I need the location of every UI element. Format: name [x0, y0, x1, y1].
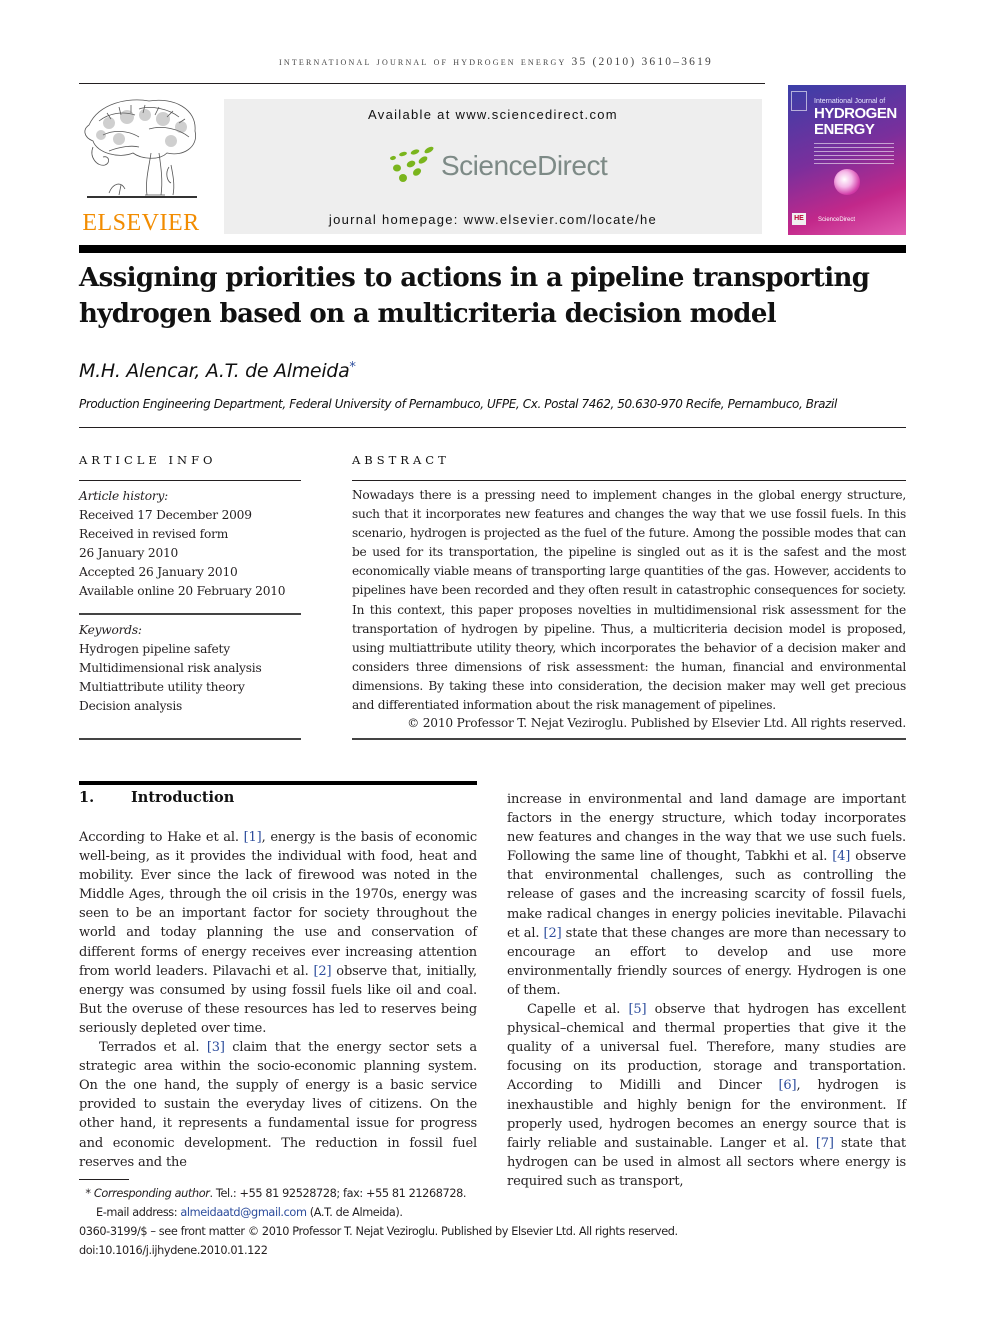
keywords: Keywords: Hydrogen pipeline safety Multi…: [79, 621, 262, 716]
affiliation-rule: [79, 427, 906, 428]
citation-link[interactable]: [7]: [816, 1136, 834, 1151]
keywords-label: Keywords:: [79, 623, 142, 637]
cover-title-line2: ENERGY: [814, 121, 875, 138]
paragraph: According to Hake et al. [1], energy is …: [79, 828, 477, 1038]
history-rule: [79, 613, 301, 615]
abstract-heading: ABSTRACT: [352, 453, 450, 467]
cover-subtitle: International Journal of: [814, 98, 886, 105]
sciencedirect-logo-text: ScienceDirect: [441, 150, 608, 181]
text-run: Terrados et al.: [99, 1040, 207, 1056]
cover-footer: ScienceDirect: [818, 217, 856, 223]
citation-link[interactable]: [1]: [244, 830, 262, 845]
authors: M.H. Alencar, A.T. de Almeida*: [79, 360, 356, 382]
history-received: Received 17 December 2009: [79, 508, 252, 522]
footnotes: * Corresponding author. Tel.: +55 81 925…: [79, 1184, 678, 1260]
cover-badge: HE: [792, 213, 806, 225]
sciencedirect-logo[interactable]: ScienceDirect: [389, 144, 609, 189]
citation-link[interactable]: [4]: [832, 849, 850, 864]
citation-link[interactable]: [2]: [313, 964, 331, 979]
article-history-label: Article history:: [79, 489, 169, 503]
text-run: state that these changes are more than n…: [507, 925, 906, 998]
journal-cover[interactable]: International Journal of HYDROGEN ENERGY…: [788, 85, 906, 235]
text-run: claim that the energy sector sets a stra…: [79, 1040, 478, 1170]
cover-orb-graphic: [834, 169, 860, 195]
author-names: M.H. Alencar, A.T. de Almeida: [79, 360, 350, 382]
footnote-rule: [79, 1179, 129, 1180]
abstract-text: Nowadays there is a pressing need to imp…: [352, 488, 906, 713]
sciencedirect-banner: Available at www.sciencedirect.com Scien…: [224, 99, 762, 234]
article-info-heading: ARTICLE INFO: [79, 453, 217, 467]
article-title-line2: hydrogen based on a multicriteria decisi…: [79, 299, 777, 329]
journal-homepage-link[interactable]: journal homepage: www.elsevier.com/locat…: [224, 212, 762, 227]
paragraph: Capelle et al. [5] observe that hydrogen…: [507, 1000, 906, 1191]
cover-title-line1: HYDROGEN: [814, 105, 897, 122]
cover-emblem-icon: [791, 91, 807, 111]
text-run: According to Hake et al.: [79, 830, 244, 845]
text-run: Capelle et al.: [527, 1002, 629, 1018]
citation-link[interactable]: [6]: [779, 1078, 797, 1093]
keyword-item: Decision analysis: [79, 699, 183, 713]
cover-editor-lines: [814, 143, 894, 167]
paragraph: Terrados et al. [3] claim that the energ…: [79, 1038, 477, 1172]
text-run: , energy is the basis of economic well-b…: [79, 830, 477, 979]
elsevier-wordmark: ELSEVIER: [82, 210, 200, 236]
header-rule: [79, 83, 765, 84]
affiliation: Production Engineering Department, Feder…: [79, 397, 837, 411]
elsevier-logo[interactable]: ELSEVIER: [79, 95, 203, 237]
article-title: Assigning priorities to actions in a pip…: [79, 260, 909, 332]
history-accepted: Accepted 26 January 2010: [79, 565, 238, 579]
history-revised: Received in revised form: [79, 527, 229, 541]
email-link[interactable]: almeidaatd@gmail.com: [180, 1206, 307, 1219]
section-rule: [79, 781, 477, 785]
corresponding-label: Corresponding author: [93, 1187, 210, 1200]
doi[interactable]: doi:10.1016/j.ijhydene.2010.01.122: [79, 1241, 678, 1260]
article-history: Article history: Received 17 December 20…: [79, 487, 286, 601]
keyword-item: Multidimensional risk analysis: [79, 661, 262, 675]
section-heading: 1. Introduction: [79, 789, 234, 806]
contact-info: . Tel.: +55 81 92528728; fax: +55 81 212…: [209, 1187, 467, 1200]
body-column-right: increase in environmental and land damag…: [507, 790, 906, 1191]
abstract-rule: [352, 480, 906, 481]
abstract-copyright: © 2010 Professor T. Nejat Veziroglu. Pub…: [407, 716, 906, 730]
history-revised-date: 26 January 2010: [79, 546, 179, 560]
footnote-email: E-mail address: almeidaatd@gmail.com (A.…: [79, 1203, 678, 1222]
article-info-rule: [79, 480, 301, 481]
section-number: 1.: [79, 789, 95, 806]
citation-link[interactable]: [5]: [628, 1002, 646, 1017]
body-column-left: According to Hake et al. [1], energy is …: [79, 828, 477, 1172]
keyword-item: Hydrogen pipeline safety: [79, 642, 230, 656]
citation-link[interactable]: [3]: [207, 1040, 225, 1055]
citation-link[interactable]: [2]: [544, 926, 562, 941]
keyword-item: Multiattribute utility theory: [79, 680, 245, 694]
article-title-line1: Assigning priorities to actions in a pip…: [79, 263, 870, 293]
sciencedirect-dots-icon: [390, 146, 434, 182]
email-label: E-mail address:: [96, 1206, 181, 1219]
footnote-star: *: [85, 1187, 91, 1200]
footnote-corresponding: * Corresponding author. Tel.: +55 81 925…: [79, 1184, 678, 1203]
history-online: Available online 20 February 2010: [79, 584, 286, 598]
running-head: International Journal of Hydrogen Energy…: [278, 56, 714, 68]
email-owner: (A.T. de Almeida).: [306, 1206, 403, 1219]
elsevier-tree-icon: [84, 99, 197, 198]
paragraph: increase in environmental and land damag…: [507, 790, 906, 1000]
abstract-bottom-rule: [352, 738, 906, 740]
front-matter: 0360-3199/$ – see front matter © 2010 Pr…: [79, 1225, 678, 1238]
keywords-rule: [79, 738, 301, 740]
available-at-link[interactable]: Available at www.sciencedirect.com: [224, 107, 762, 122]
corresponding-author-mark[interactable]: *: [349, 360, 356, 375]
cover-title: HYDROGEN ENERGY: [814, 106, 897, 138]
masthead-rule: [79, 245, 906, 253]
section-title: Introduction: [131, 789, 235, 806]
